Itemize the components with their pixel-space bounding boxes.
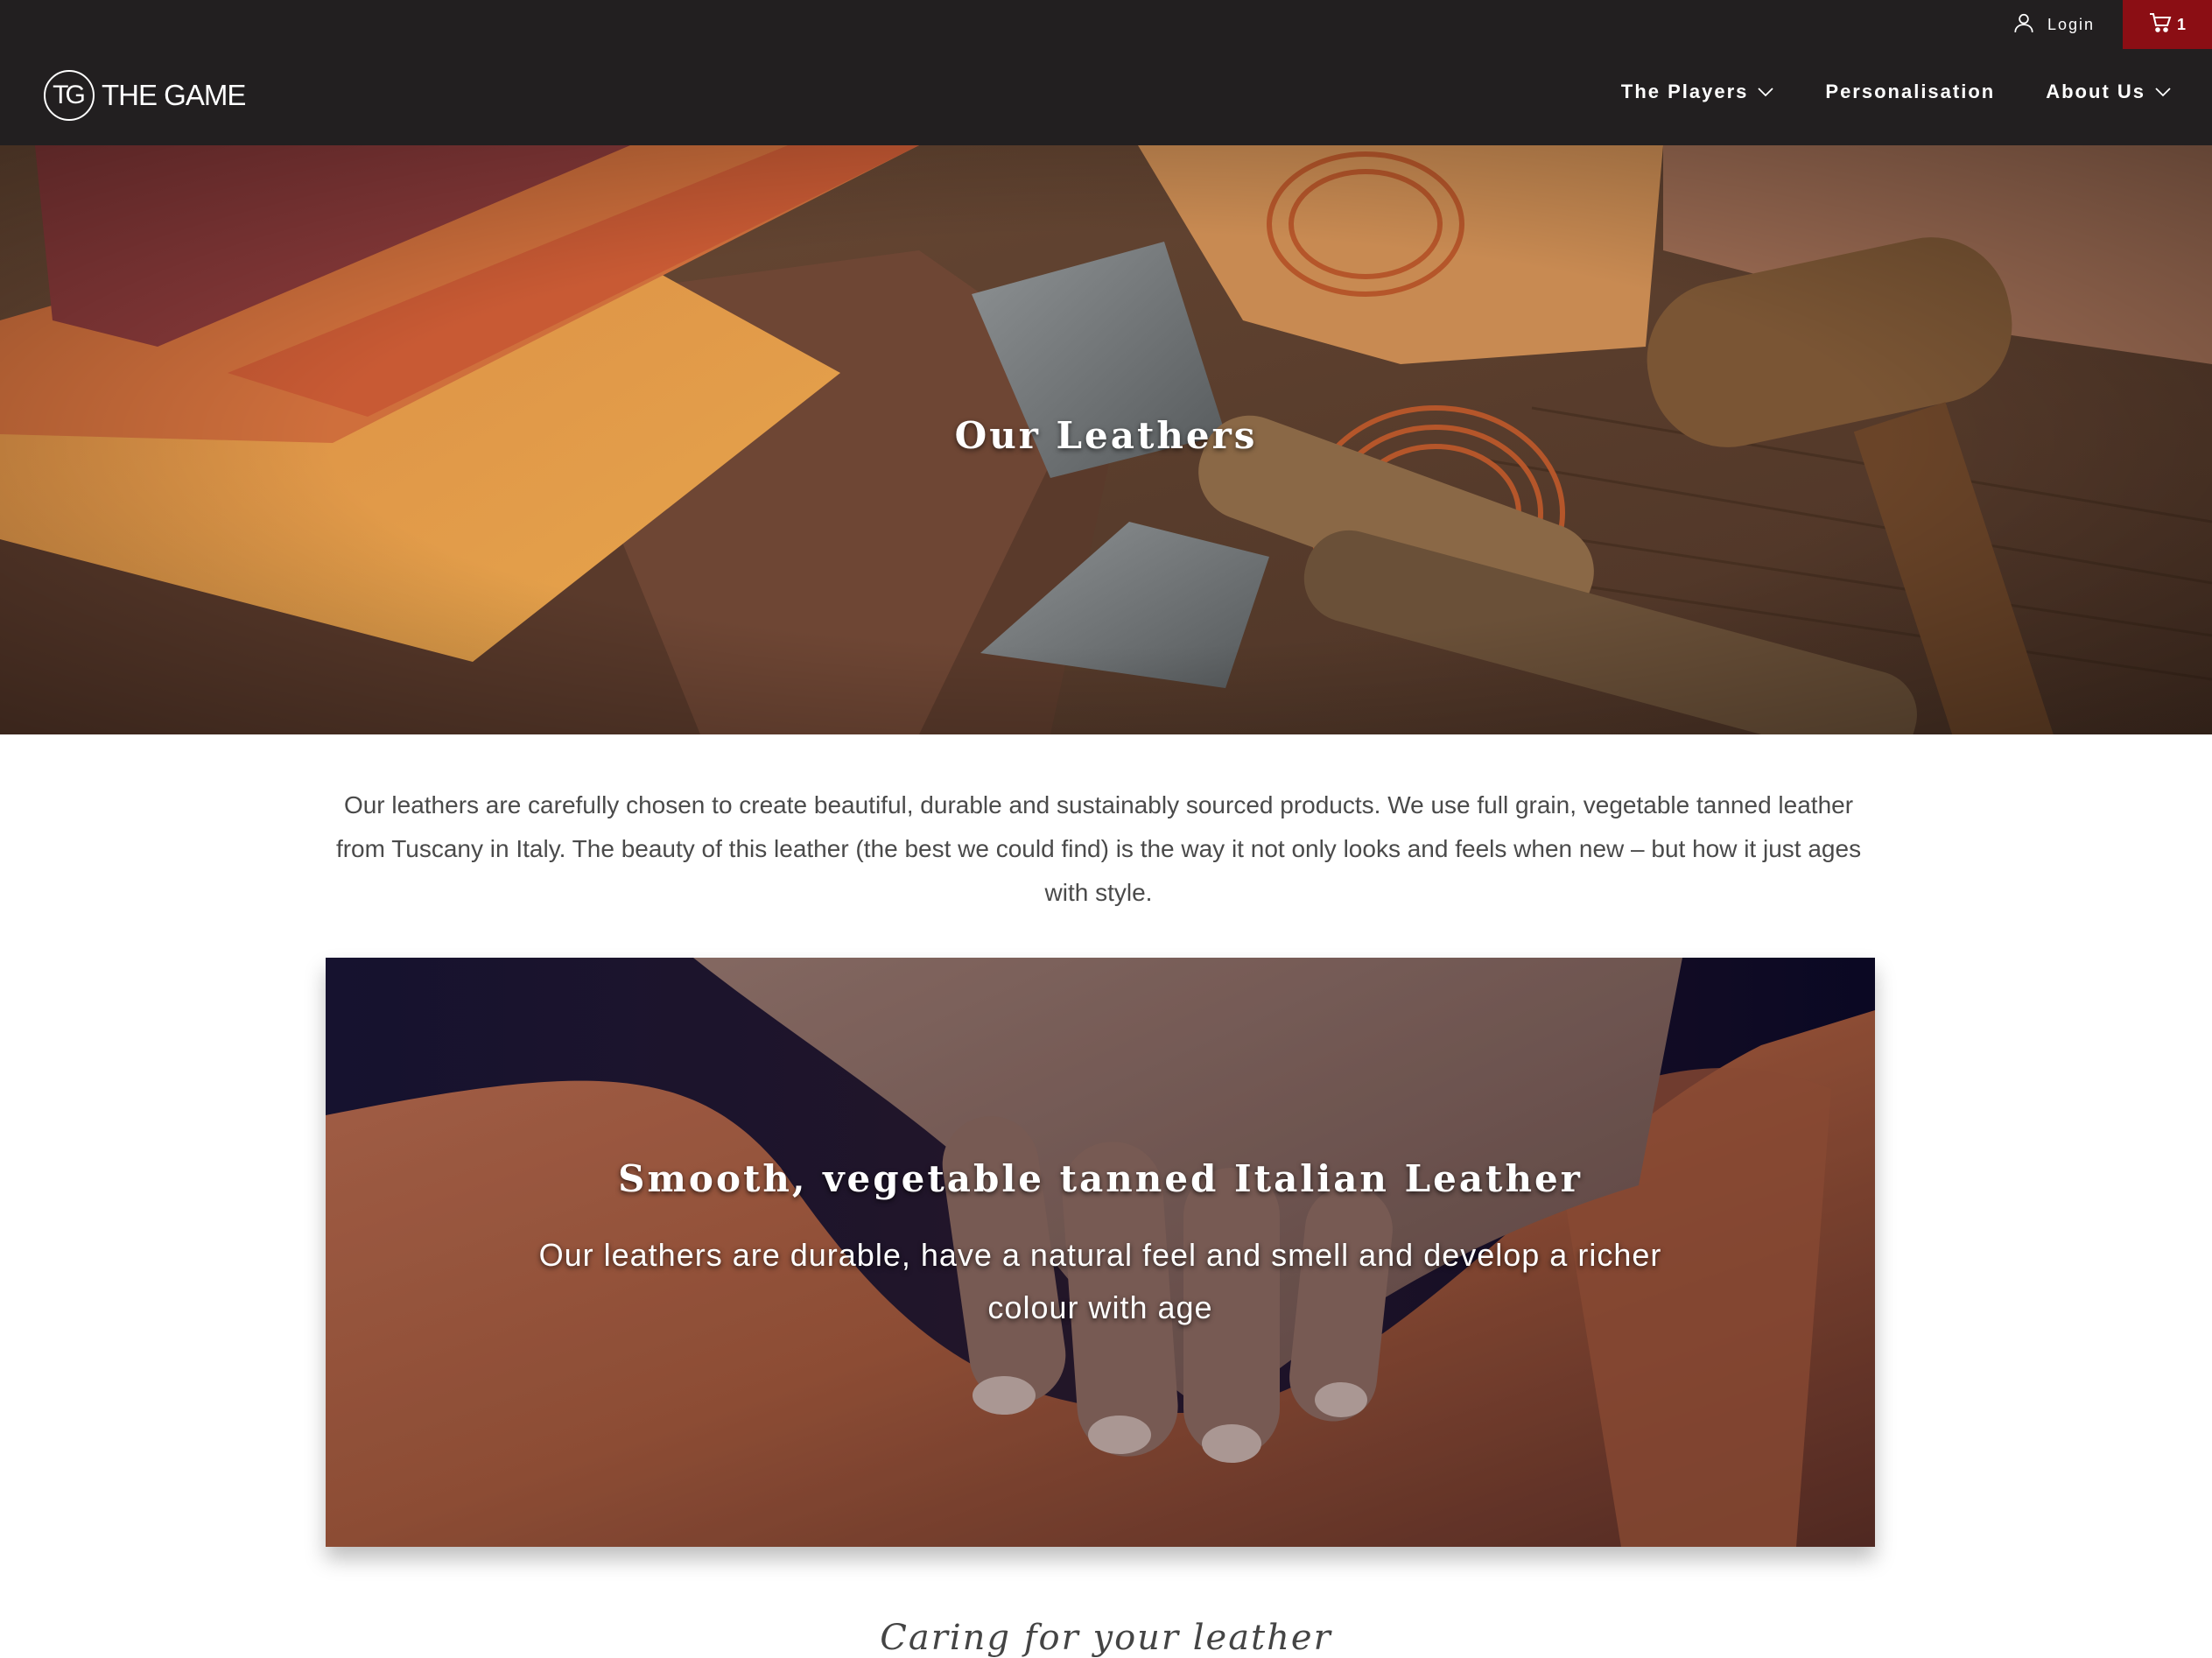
logo-text: THE GAME <box>102 79 246 111</box>
cart-icon <box>2149 12 2172 38</box>
chevron-down-icon <box>2154 81 2172 103</box>
nav-item-about-us[interactable]: About Us <box>2046 81 2172 103</box>
logo-mark: TG <box>44 70 95 121</box>
login-label: Login <box>2047 15 2095 33</box>
feature-banner: Smooth, vegetable tanned Italian Leather… <box>326 958 1875 1547</box>
cart-button[interactable]: 1 <box>2123 0 2212 49</box>
site-header: Login 1 TG THE GAME The Players Personal… <box>0 0 2212 145</box>
nav-item-the-players[interactable]: The Players <box>1621 81 1775 103</box>
feature-title: Smooth, vegetable tanned Italian Leather <box>618 1157 1583 1200</box>
site-logo[interactable]: TG THE GAME <box>44 70 246 121</box>
chevron-down-icon <box>1757 81 1774 103</box>
login-link[interactable]: Login <box>2012 9 2095 40</box>
cart-count: 1 <box>2176 15 2186 33</box>
nav-label: The Players <box>1620 81 1749 102</box>
nav-label: About Us <box>2046 81 2145 102</box>
nav-label: Personalisation <box>1825 81 1996 102</box>
main-nav: The Players Personalisation About Us <box>1621 81 2172 103</box>
hero-banner: Our Leathers <box>0 145 2212 734</box>
user-icon <box>2012 11 2035 39</box>
nav-item-personalisation[interactable]: Personalisation <box>1825 81 1995 103</box>
intro-text: Our leathers are carefully chosen to cre… <box>335 791 1862 906</box>
feature-subtitle: Our leathers are durable, have a natural… <box>538 1237 1662 1325</box>
hero-title: Our Leathers <box>954 414 1258 457</box>
section-heading-care: Caring for your leather <box>880 1618 1332 1658</box>
